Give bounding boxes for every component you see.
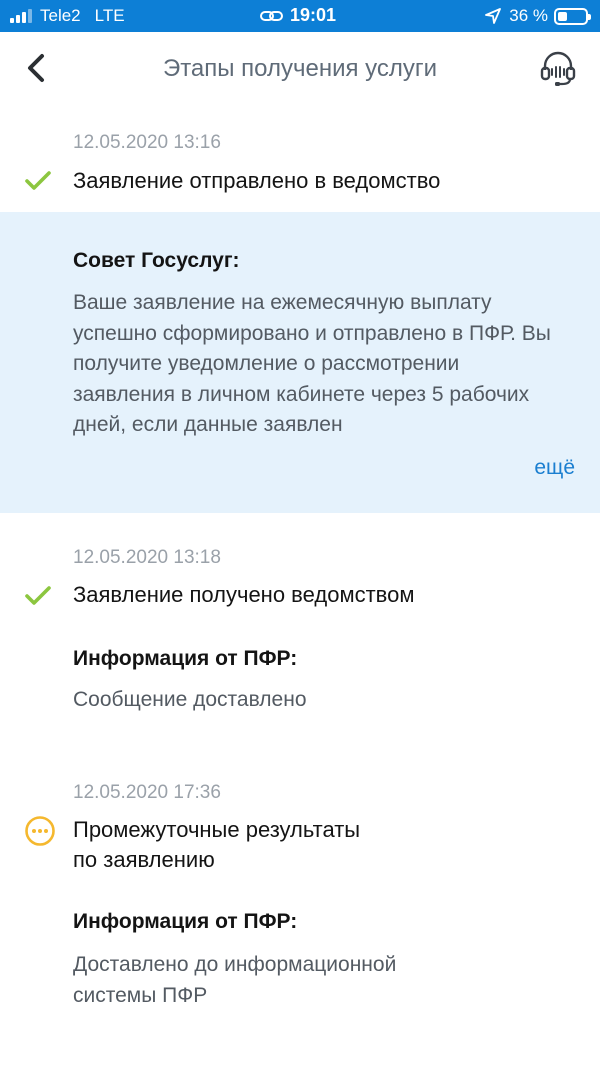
location-arrow-icon: [485, 8, 502, 24]
clock: 19:01: [290, 5, 337, 25]
link-icon: [260, 10, 283, 21]
stage-title: Заявление получено ведомством: [73, 582, 415, 607]
carrier-label: Tele2: [40, 6, 81, 25]
check-icon: [25, 171, 51, 190]
status-bar: Tele2 LTE 19:01 36 %: [0, 0, 600, 32]
tip-box: Совет Госуслуг: Ваше заявление на ежемес…: [0, 212, 600, 513]
battery-percent: 36 %: [509, 6, 548, 25]
battery-level: [558, 11, 567, 21]
network-label: LTE: [94, 6, 125, 25]
more-link[interactable]: ещё: [534, 456, 575, 480]
stage-title-line-1: Промежуточные результаты: [73, 817, 361, 842]
stage-date: 12.05.2020 13:16: [73, 132, 221, 153]
info-title: Информация от ПФР:: [73, 647, 298, 670]
signal-icon: [10, 9, 34, 23]
stage-title: Заявление отправлено в ведомство: [73, 168, 441, 193]
info-text-line-1: Доставлено до информационной: [73, 953, 397, 976]
stage-date: 12.05.2020 17:36: [73, 782, 221, 803]
more-horizontal-icon: [25, 816, 55, 846]
support-button[interactable]: [538, 48, 578, 88]
stage-date: 12.05.2020 13:18: [73, 547, 221, 568]
tip-title: Совет Госуслуг:: [73, 249, 240, 272]
info-text-line-2: системы ПФР: [73, 984, 208, 1007]
check-icon: [25, 586, 51, 605]
page-title: Этапы получения услуги: [162, 55, 438, 82]
headset-icon: [540, 51, 576, 86]
tip-text: Ваше заявление на ежемесячную выплату ус…: [73, 291, 551, 436]
info-title: Информация от ПФР:: [73, 910, 298, 933]
stage-title-line-2: по заявлению: [73, 847, 215, 872]
header: Этапы получения услуги: [0, 32, 600, 106]
info-text: Сообщение доставлено: [73, 688, 307, 711]
battery-icon: [554, 7, 591, 25]
tip-text-container: Ваше заявление на ежемесячную выплату ус…: [73, 288, 563, 472]
